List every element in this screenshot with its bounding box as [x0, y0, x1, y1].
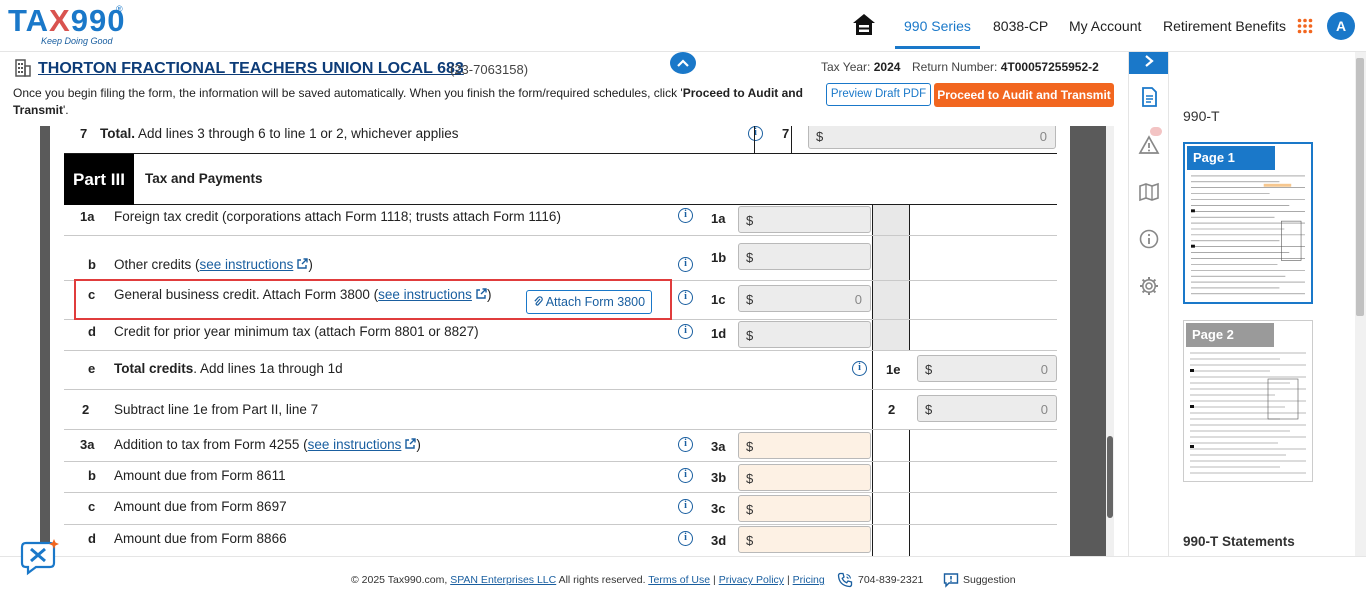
preview-draft-pdf-button[interactable]: Preview Draft PDF — [826, 83, 931, 106]
panel-scrollbar-thumb[interactable] — [1356, 58, 1364, 316]
form-line-3c: c Amount due from Form 8697 i 3c — [64, 493, 1057, 525]
line-3b-amount-field[interactable]: $ — [738, 464, 871, 491]
form-line-3d: d Amount due from Form 8866 i 3d — [88, 531, 727, 548]
settings-gear-icon[interactable] — [1138, 275, 1160, 297]
external-link-icon[interactable] — [296, 258, 309, 270]
info-icon[interactable]: i — [678, 531, 693, 546]
warning-icon[interactable] — [1138, 134, 1160, 156]
pricing-link[interactable]: Pricing — [793, 574, 825, 586]
form-pages-icon[interactable] — [1138, 86, 1160, 108]
user-avatar[interactable]: A — [1327, 12, 1355, 40]
phone-icon — [837, 572, 853, 588]
logo-tagline: Keep Doing Good — [41, 36, 113, 46]
footer-copyright: © 2025 Tax990.com, SPAN Enterprises LLC … — [351, 574, 825, 586]
see-instructions-link[interactable]: see instructions — [308, 437, 402, 452]
line-1e-text: Total credits. Add lines 1a through 1d — [114, 361, 343, 376]
organization-name-link[interactable]: THORTON FRACTIONAL TEACHERS UNION LOCAL … — [38, 60, 464, 78]
see-instructions-link[interactable]: see instructions — [200, 257, 294, 272]
page-thumbnails-panel: 990-T Page 1 Page 2 990-T Statements — [1168, 52, 1366, 556]
info-icon[interactable]: i — [678, 468, 693, 483]
form-line-2: 2 Subtract line 1e from Part II, line 7 … — [64, 390, 1057, 430]
info-circle-icon[interactable] — [1138, 228, 1160, 250]
form-line-3a: 3a Addition to tax from Form 4255 (see i… — [64, 430, 1057, 462]
line-7-amount-field[interactable]: $0 — [808, 126, 1056, 149]
page-1-thumbnail[interactable]: Page 1 — [1183, 142, 1313, 304]
support-phone[interactable]: 704-839-2321 — [858, 574, 923, 586]
nav-retirement-benefits[interactable]: Retirement Benefits — [1163, 18, 1286, 34]
side-icon-bar — [1128, 52, 1168, 556]
chatbot-assistant-icon[interactable] — [20, 537, 60, 577]
line-1e-amount-field[interactable]: $0 — [917, 355, 1057, 382]
active-nav-indicator — [895, 46, 980, 49]
organization-ein: (23-7063158) — [450, 62, 529, 77]
form-line-3b: b Amount due from Form 8611 i 3b — [64, 462, 1057, 493]
panel-heading: 990-T — [1183, 108, 1220, 124]
nav-8038-cp[interactable]: 8038-CP — [993, 18, 1048, 34]
organization-bar: THORTON FRACTIONAL TEACHERS UNION LOCAL … — [0, 52, 1128, 126]
suggestion-icon — [943, 573, 959, 588]
line-1b-text: Other credits (see instructions) — [114, 257, 313, 272]
info-icon[interactable]: i — [678, 257, 693, 272]
form-line-1b: b Other credits (see instructions) i 1b — [64, 236, 1057, 281]
info-icon[interactable]: i — [748, 126, 763, 141]
suggestion-link[interactable]: Suggestion — [963, 574, 1016, 586]
part-tag: Part III — [64, 154, 134, 205]
tax990-logo[interactable]: TAX990 ® Keep Doing Good — [8, 4, 128, 48]
statements-heading[interactable]: 990-T Statements — [1183, 534, 1295, 549]
line-3a-amount-field[interactable]: $ — [738, 432, 871, 459]
span-enterprises-link[interactable]: SPAN Enterprises LLC — [450, 574, 556, 586]
form-viewer: 7 Total. Add lines 3 through 6 to line 1… — [40, 126, 1114, 556]
info-icon[interactable]: i — [852, 361, 867, 376]
line-1c-amount-field[interactable]: $0 — [738, 285, 871, 312]
info-icon[interactable]: i — [678, 437, 693, 452]
info-icon[interactable]: i — [678, 499, 693, 514]
page-2-label: Page 2 — [1186, 323, 1274, 347]
form-line-1e: e Total credits. Add lines 1a through 1d… — [64, 351, 1057, 390]
terms-of-use-link[interactable]: Terms of Use — [648, 574, 710, 586]
page-1-label: Page 1 — [1187, 146, 1275, 170]
highlight-box — [74, 279, 672, 320]
chevron-right-icon — [1144, 55, 1154, 67]
chevron-up-icon — [677, 59, 689, 67]
line-7-text: Total. Add lines 3 through 6 to line 1 o… — [100, 126, 459, 141]
collapse-header-button[interactable] — [670, 52, 696, 74]
book-open-icon[interactable] — [1138, 181, 1160, 203]
info-icon[interactable]: i — [678, 208, 693, 223]
info-icon[interactable]: i — [678, 290, 693, 305]
building-icon — [15, 59, 31, 77]
top-header: TAX990 ® Keep Doing Good 990 Series 8038… — [0, 0, 1366, 52]
home-icon[interactable] — [851, 12, 877, 38]
return-number: Return Number: 4T00057255952-2 — [912, 60, 1099, 74]
line-3d-amount-field[interactable]: $ — [738, 526, 871, 553]
line-1b-amount-field[interactable]: $ — [738, 243, 871, 270]
nav-990-series[interactable]: 990 Series — [904, 18, 971, 34]
tax-year: Tax Year: 2024 — [821, 60, 901, 74]
page-2-thumbnail[interactable]: Page 2 — [1183, 320, 1313, 482]
page-preview-lines — [1191, 175, 1305, 295]
autosave-notice: Once you begin filing the form, the info… — [13, 86, 803, 117]
line-1a-amount-field[interactable]: $ — [738, 206, 871, 233]
page-footer: © 2025 Tax990.com, SPAN Enterprises LLC … — [0, 556, 1366, 599]
page-preview-lines — [1190, 352, 1306, 474]
line-1d-amount-field[interactable]: $ — [738, 321, 871, 348]
apps-grid-icon[interactable] — [1297, 18, 1313, 34]
form-line-1d: d Credit for prior year minimum tax (att… — [64, 320, 1057, 351]
form-line-1a: 1a Foreign tax credit (corporations atta… — [64, 205, 1057, 236]
line-3a-text: Addition to tax from Form 4255 (see inst… — [114, 437, 421, 452]
nav-my-account[interactable]: My Account — [1069, 18, 1141, 34]
line-2-amount-field[interactable]: $0 — [917, 395, 1057, 422]
part-iii-header: Part III Tax and Payments — [64, 153, 1057, 205]
external-link-icon[interactable] — [404, 438, 417, 450]
form-page: 7 Total. Add lines 3 through 6 to line 1… — [50, 126, 1070, 556]
line-3c-amount-field[interactable]: $ — [738, 495, 871, 522]
proceed-to-audit-button[interactable]: Proceed to Audit and Transmit — [934, 83, 1114, 107]
form-scrollbar-thumb[interactable] — [1107, 436, 1113, 518]
info-icon[interactable]: i — [678, 324, 693, 339]
privacy-policy-link[interactable]: Privacy Policy — [719, 574, 784, 586]
expand-panel-button[interactable] — [1129, 52, 1168, 74]
part-title: Tax and Payments — [145, 171, 263, 186]
